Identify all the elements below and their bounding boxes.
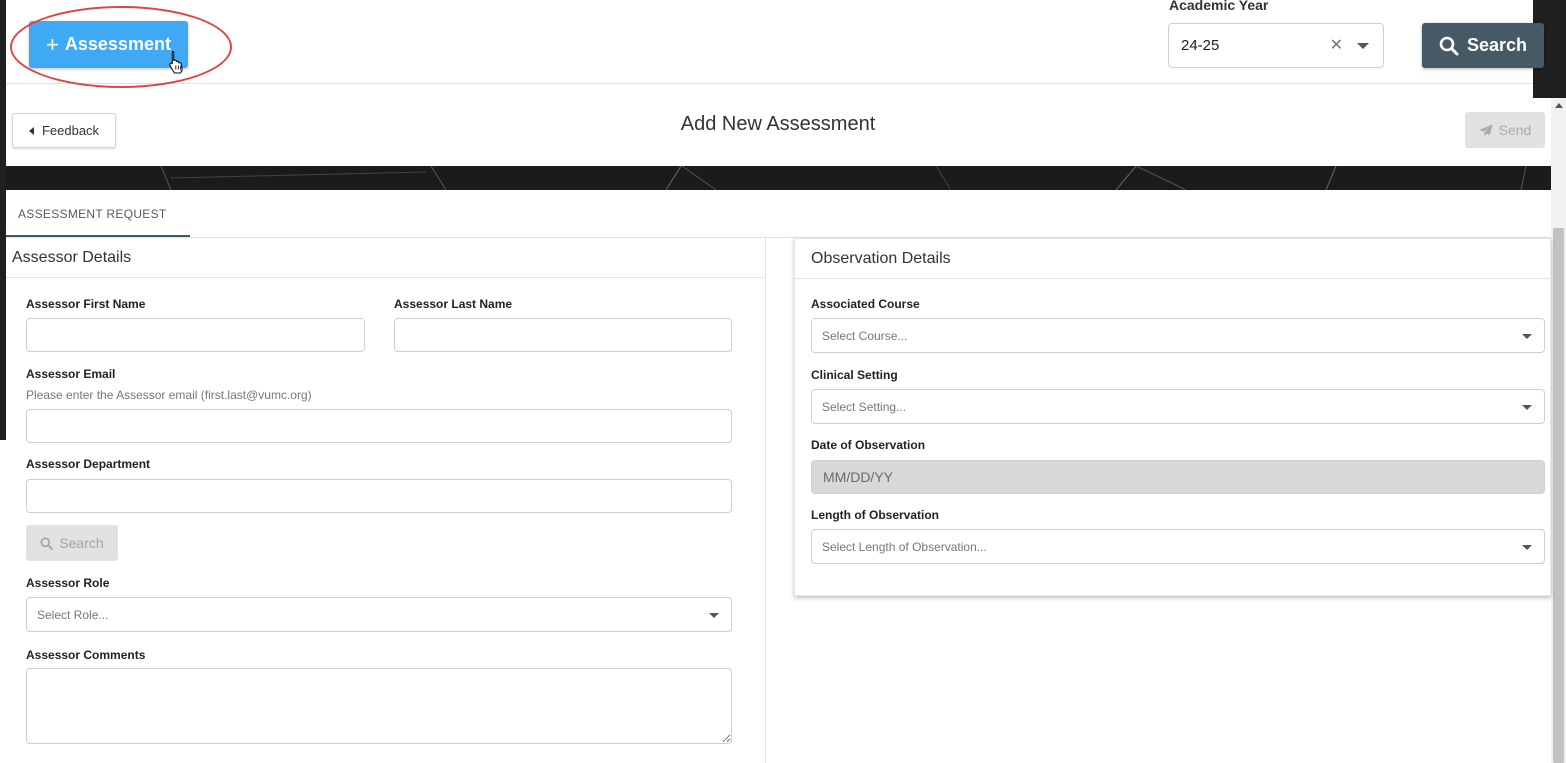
email-label: Assessor Email: [26, 367, 116, 381]
banner-pattern: [160, 166, 1527, 190]
role-select[interactable]: Select Role...: [26, 597, 732, 632]
assessor-search-button[interactable]: Search: [26, 525, 118, 561]
date-label: Date of Observation: [811, 438, 926, 452]
search-button[interactable]: Search: [1422, 23, 1544, 68]
last-name-input[interactable]: [394, 318, 732, 352]
header-banner: [6, 166, 1551, 190]
email-input[interactable]: [26, 409, 732, 443]
tab-assessment-request[interactable]: ASSESSMENT REQUEST: [6, 190, 190, 237]
comments-textarea[interactable]: [26, 668, 732, 744]
setting-label: Clinical Setting: [811, 368, 898, 382]
course-label: Associated Course: [811, 297, 920, 311]
scrollbar-thumb[interactable]: [1553, 228, 1564, 763]
chevron-down-icon: [709, 613, 719, 618]
assessor-details-heading: Assessor Details: [6, 238, 765, 278]
department-label: Assessor Department: [26, 457, 151, 471]
comments-label: Assessor Comments: [26, 648, 146, 662]
paper-plane-icon: [1479, 124, 1493, 136]
course-select[interactable]: Select Course...: [811, 318, 1545, 353]
academic-year-label: Academic Year: [1169, 0, 1269, 13]
left-edge-dark: [0, 84, 6, 98]
date-input[interactable]: [811, 460, 1545, 494]
length-label: Length of Observation: [811, 508, 940, 522]
tab-label: ASSESSMENT REQUEST: [18, 206, 167, 221]
modal-title: Add New Assessment: [680, 113, 876, 135]
search-icon: [1439, 36, 1459, 55]
assessor-search-label: Search: [59, 535, 104, 551]
top-bar-gap: [0, 84, 1533, 98]
length-placeholder: Select Length of Observation...: [822, 539, 987, 554]
search-button-label: Search: [1466, 35, 1528, 55]
search-icon: [40, 537, 54, 550]
send-button[interactable]: Send: [1465, 112, 1545, 148]
hand-pointer-cursor-icon: [169, 50, 183, 74]
first-name-label: Assessor First Name: [26, 297, 146, 311]
length-select[interactable]: Select Length of Observation...: [811, 529, 1545, 564]
last-name-label: Assessor Last Name: [394, 297, 513, 311]
academic-year-value: 24-25: [1181, 37, 1220, 54]
course-placeholder: Select Course...: [822, 328, 908, 343]
first-name-input[interactable]: [26, 318, 365, 352]
chevron-down-icon: [1522, 405, 1532, 410]
setting-placeholder: Select Setting...: [822, 399, 907, 414]
observation-details-heading: Observation Details: [795, 239, 1550, 279]
chevron-down-icon: [1522, 334, 1532, 339]
setting-select[interactable]: Select Setting...: [811, 389, 1545, 424]
email-hint: Please enter the Assessor email (first.l…: [26, 388, 312, 402]
highlight-annotation-ring: [10, 6, 232, 88]
chevron-down-icon[interactable]: [1357, 43, 1369, 49]
department-input[interactable]: [26, 479, 732, 513]
modal-title-wrap: Add New Assessment: [0, 113, 1566, 136]
chevron-down-icon: [1522, 545, 1532, 550]
clear-icon[interactable]: ✕: [1330, 35, 1343, 55]
role-placeholder: Select Role...: [37, 607, 109, 622]
role-label: Assessor Role: [26, 576, 110, 590]
academic-year-select[interactable]: 24-25 ✕: [1168, 23, 1384, 68]
scroll-up-arrow-icon[interactable]: [1555, 103, 1563, 108]
send-label: Send: [1498, 122, 1532, 138]
